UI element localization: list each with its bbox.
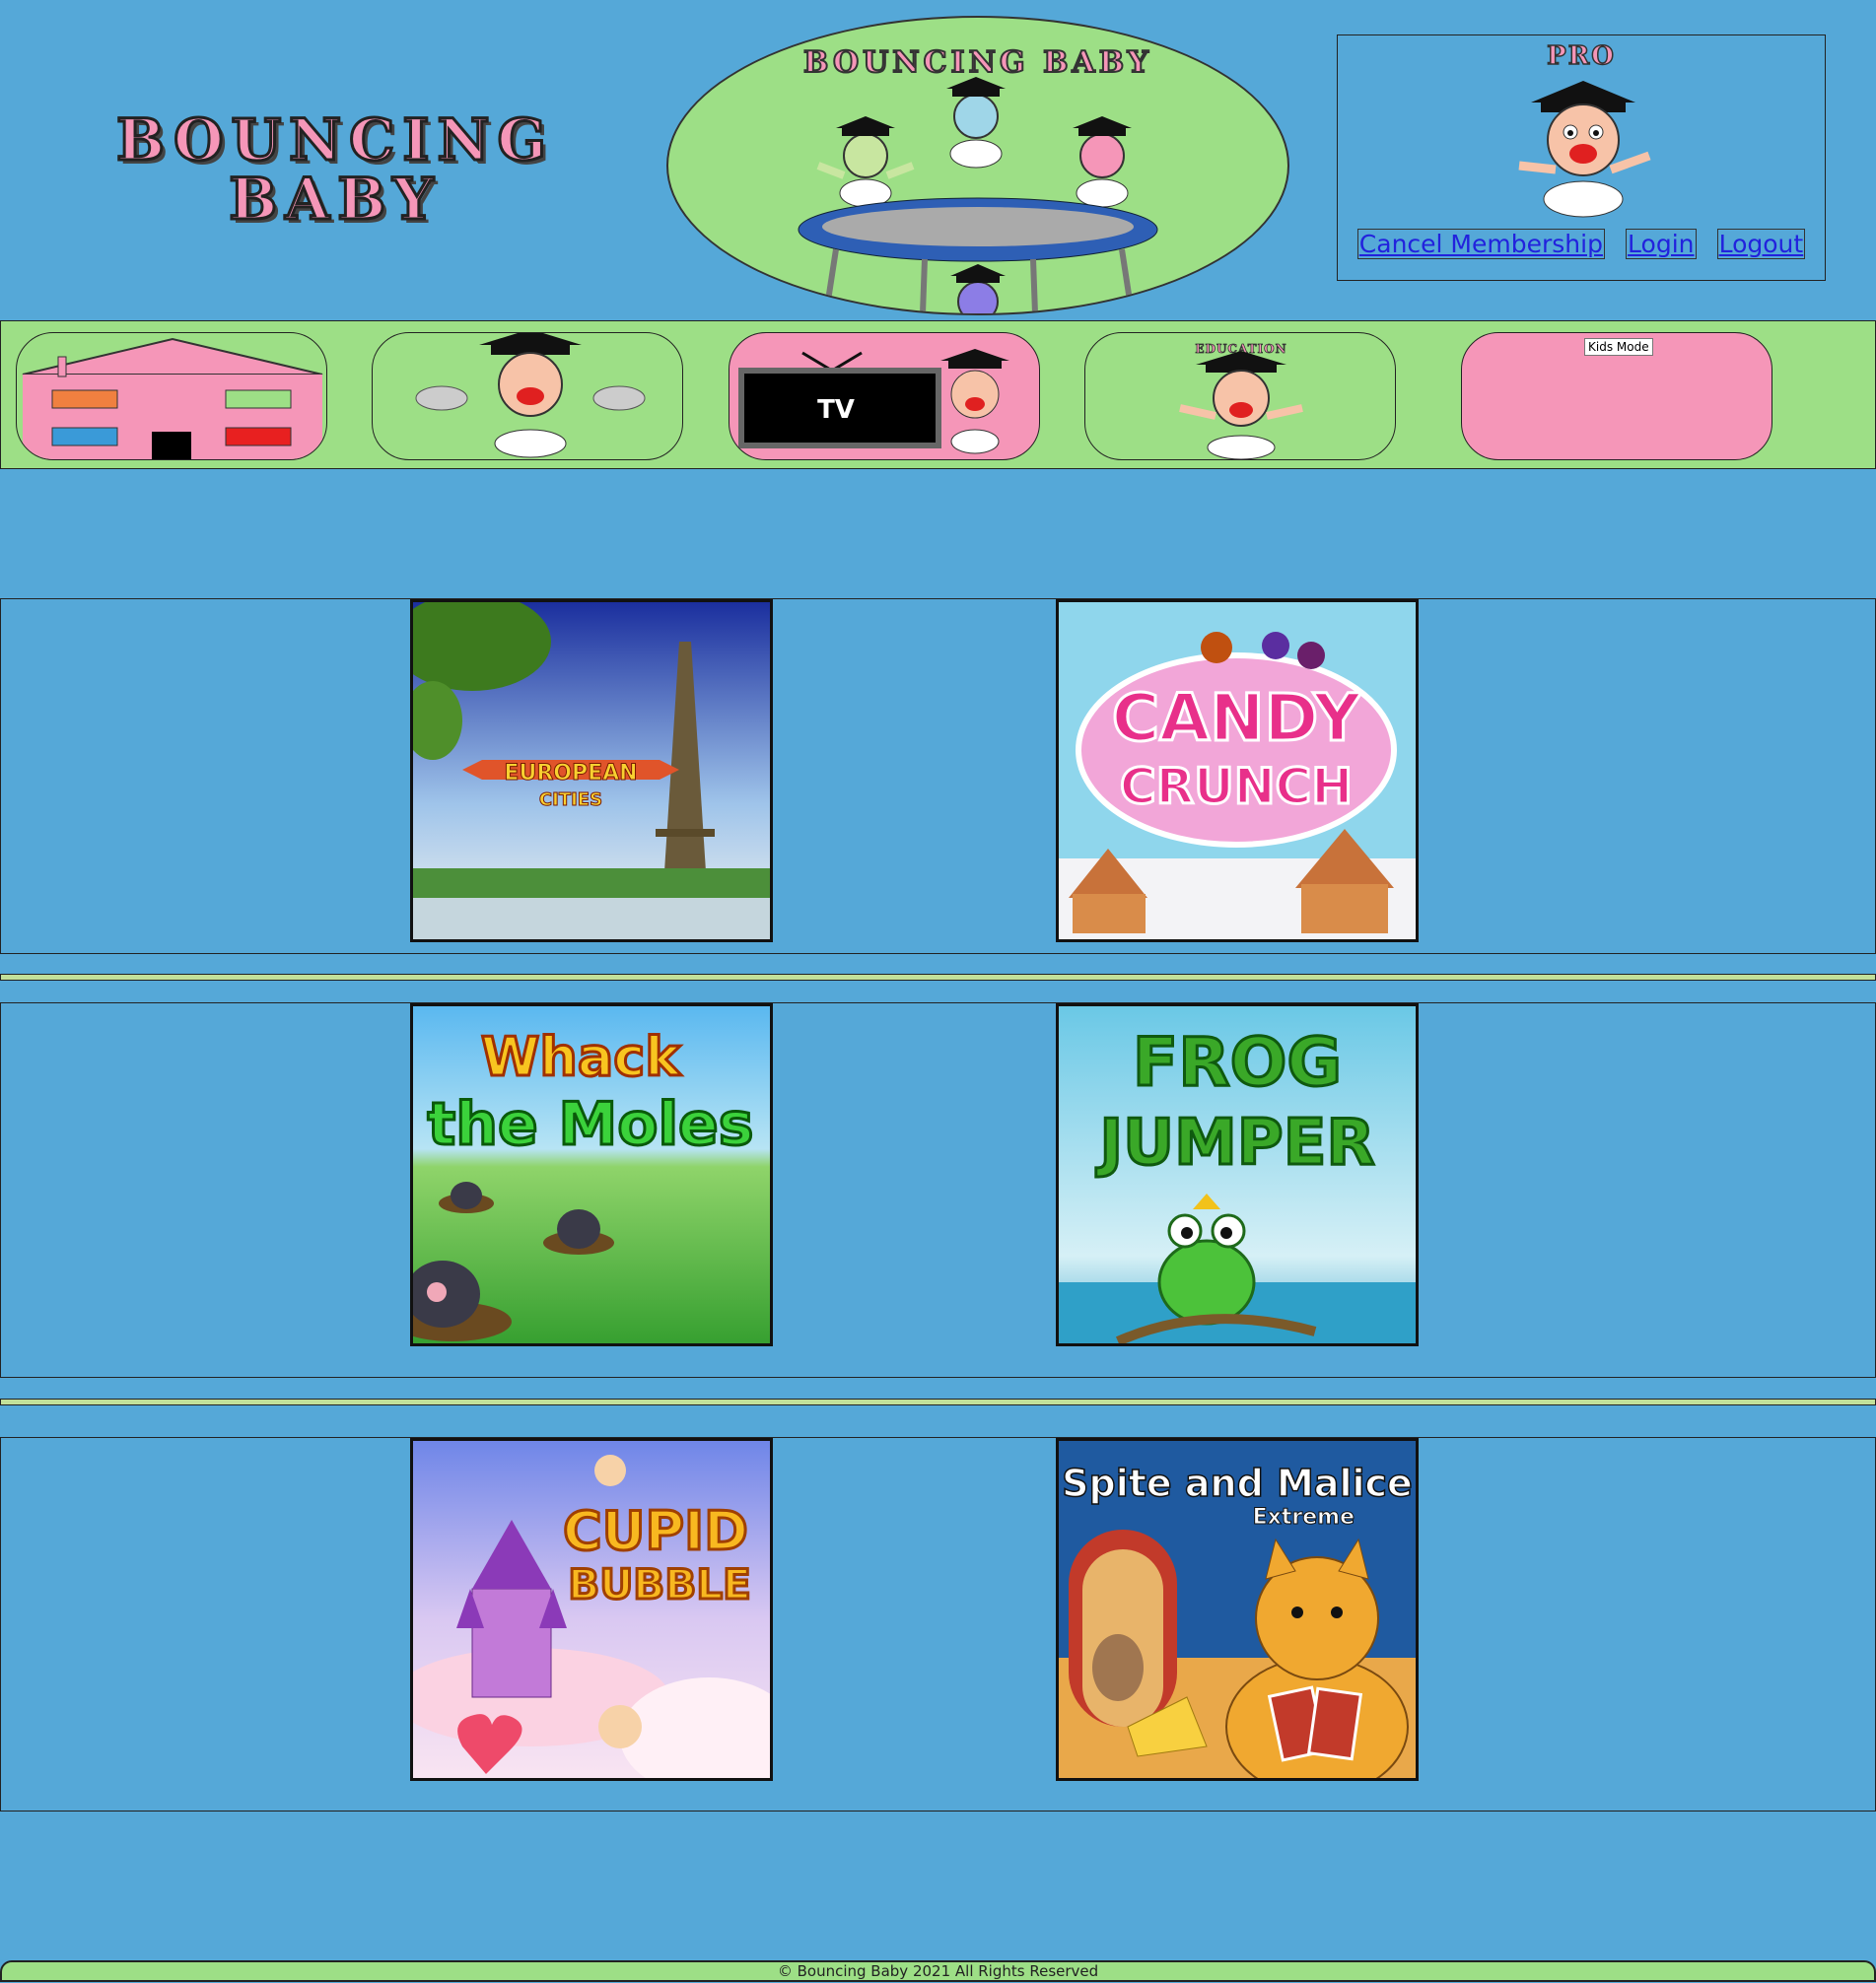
game-tile-whack-the-moles[interactable]: Whack the Moles xyxy=(410,1003,773,1346)
cupid-bubble-title: CUPID xyxy=(563,1500,748,1562)
row-divider xyxy=(0,1399,1876,1405)
game-row-1 xyxy=(0,598,1876,954)
pro-badge: PRO xyxy=(1546,40,1616,72)
candy-crunch-title: CANDY xyxy=(1112,680,1362,756)
game-row-2 xyxy=(0,1002,1876,1378)
account-links: Cancel Membership Login Logout xyxy=(1338,229,1825,259)
baby-icon xyxy=(946,77,1006,169)
frog-jumper-thumbnail: FROG JUMPER xyxy=(1059,1006,1416,1343)
candy-crunch-subtitle: CRUNCH xyxy=(1120,758,1353,815)
home-nav-button[interactable] xyxy=(16,332,327,460)
tv-icon: TV xyxy=(738,349,1009,454)
house-icon xyxy=(22,337,323,459)
spite-and-malice-title: Spite and Malice xyxy=(1062,1462,1413,1505)
baby-with-controllers-icon xyxy=(415,333,646,458)
cupid-bubble-subtitle: BUBBLE xyxy=(568,1560,751,1608)
kids-mode-button[interactable]: Kids Mode xyxy=(1584,338,1653,356)
european-cities-title: EUROPEAN xyxy=(504,761,637,786)
logout-link[interactable]: Logout xyxy=(1716,229,1806,259)
frog-jumper-title: FROG xyxy=(1133,1024,1342,1102)
trampoline-babies-illustration xyxy=(798,77,1158,313)
baby-icon xyxy=(1073,116,1132,208)
whack-the-moles-thumbnail: Whack the Moles xyxy=(413,1006,770,1343)
cupid-bubble-thumbnail: CUPID BUBBLE xyxy=(413,1441,770,1778)
education-baby-icon: EDUCATION xyxy=(1179,342,1303,459)
european-cities-thumbnail: EUROPEAN CITIES xyxy=(413,602,770,939)
whack-the-moles-title: Whack xyxy=(481,1026,681,1088)
games-nav-button[interactable] xyxy=(372,332,683,460)
pro-baby-icon xyxy=(1518,81,1651,218)
tv-nav-button[interactable]: TV xyxy=(729,332,1040,460)
game-tile-candy-crunch[interactable]: CANDY CRUNCH xyxy=(1056,599,1419,942)
pro-membership-panel: PRO Cancel Membership Login Logout xyxy=(1337,34,1826,281)
european-cities-subtitle: CITIES xyxy=(539,789,602,810)
login-link[interactable]: Login xyxy=(1626,229,1697,259)
frog-jumper-subtitle: JUMPER xyxy=(1095,1107,1374,1180)
whack-the-moles-subtitle: the Moles xyxy=(428,1090,754,1159)
cancel-membership-link[interactable]: Cancel Membership xyxy=(1356,229,1605,259)
kids-mode-panel: Kids Mode xyxy=(1461,332,1772,460)
footer-copyright: © Bouncing Baby 2021 All Rights Reserved xyxy=(0,1960,1876,1982)
baby-icon xyxy=(816,116,915,208)
site-logo-text: BOUNCING BABY xyxy=(114,106,555,233)
game-tile-spite-and-malice[interactable]: Spite and Malice Extreme xyxy=(1056,1438,1419,1781)
game-tile-frog-jumper[interactable]: FROG JUMPER xyxy=(1056,1003,1419,1346)
education-nav-button[interactable]: EDUCATION xyxy=(1084,332,1396,460)
spite-and-malice-thumbnail: Spite and Malice Extreme xyxy=(1059,1441,1416,1778)
game-tile-cupid-bubble[interactable]: CUPID BUBBLE xyxy=(410,1438,773,1781)
spite-and-malice-subtitle: Extreme xyxy=(1253,1505,1355,1530)
game-row-3 xyxy=(0,1437,1876,1812)
candy-crunch-thumbnail: CANDY CRUNCH xyxy=(1059,602,1416,939)
baby-icon xyxy=(950,264,1006,313)
row-divider xyxy=(0,974,1876,981)
header-banner: BOUNCING BABY xyxy=(666,16,1289,315)
game-tile-european-cities[interactable]: EUROPEAN CITIES xyxy=(410,599,773,942)
tv-label: TV xyxy=(817,395,855,425)
